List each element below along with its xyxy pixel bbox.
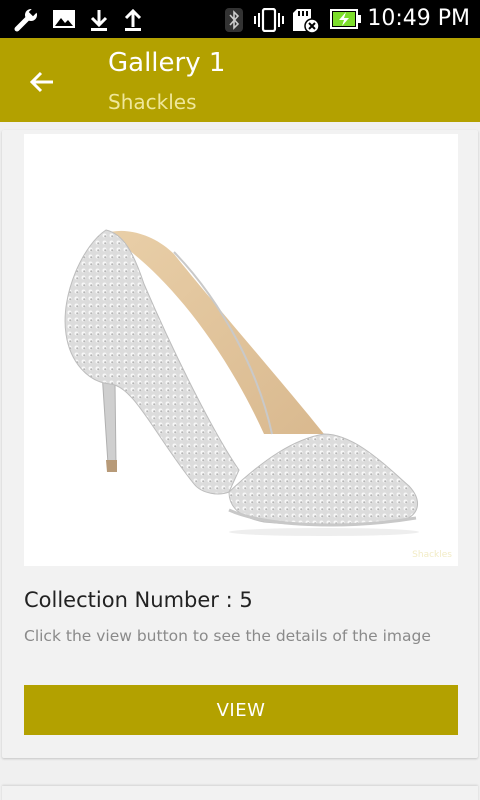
vibrate-icon bbox=[254, 8, 284, 32]
download-icon bbox=[90, 10, 108, 31]
card-description: Click the view button to see the details… bbox=[24, 627, 431, 645]
gallery-card: Shackles Collection Number : 5 Click the… bbox=[2, 130, 478, 758]
battery-charging-icon bbox=[330, 9, 361, 29]
status-bar: 10:49 PM bbox=[0, 0, 480, 38]
image-watermark: Shackles bbox=[412, 550, 452, 560]
wrench-icon bbox=[14, 8, 38, 32]
status-time: 10:49 PM bbox=[367, 6, 470, 31]
shoe-image bbox=[64, 229, 419, 536]
bluetooth-icon bbox=[225, 8, 243, 32]
arrow-back-icon bbox=[29, 71, 53, 93]
upload-icon bbox=[124, 8, 142, 31]
view-button[interactable]: VIEW bbox=[24, 685, 458, 735]
page-subtitle: Shackles bbox=[108, 90, 197, 114]
gallery-image[interactable]: Shackles bbox=[24, 134, 458, 566]
page-title: Gallery 1 bbox=[108, 48, 226, 78]
next-gallery-card[interactable] bbox=[2, 786, 478, 800]
sd-card-error-icon bbox=[293, 9, 320, 34]
back-button[interactable] bbox=[20, 60, 64, 104]
collection-number: Collection Number : 5 bbox=[24, 588, 253, 612]
app-bar: Gallery 1 Shackles bbox=[0, 38, 480, 122]
image-icon bbox=[53, 10, 75, 28]
